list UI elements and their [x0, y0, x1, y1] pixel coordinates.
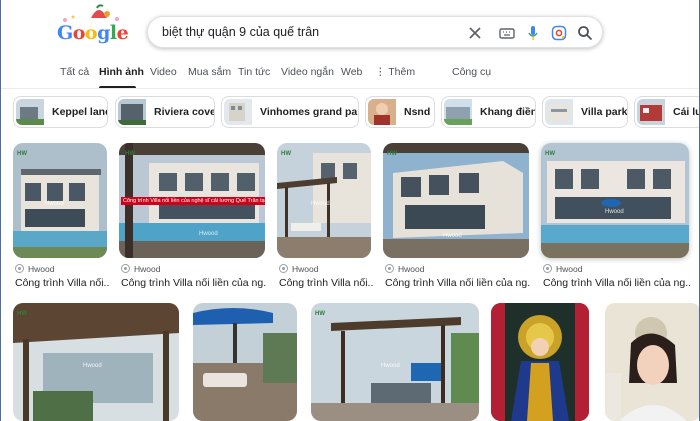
chip-label: Villa park [581, 106, 628, 118]
chip-thumbnail [118, 99, 146, 125]
svg-text:HW: HW [387, 151, 397, 157]
search-icon[interactable] [576, 24, 594, 42]
result-thumbnail[interactable]: HW Hwood [541, 143, 689, 258]
result-source[interactable]: Hwood [121, 264, 160, 274]
svg-text:Hwood: Hwood [199, 231, 218, 237]
image-result[interactable] [491, 303, 589, 421]
chip-label: Vinhomes grand park [260, 106, 359, 118]
tab-more[interactable]: ⋮ Thêm [375, 66, 415, 78]
svg-text:HW: HW [17, 311, 27, 317]
svg-text:HW: HW [281, 151, 291, 157]
chip-keppel-land[interactable]: Keppel land [13, 96, 108, 128]
result-thumbnail[interactable]: HW Hwood [13, 143, 107, 258]
logo-wordmark: Google [57, 22, 129, 44]
result-thumbnail[interactable] [605, 303, 699, 421]
chip-label: Riviera cove [154, 106, 215, 118]
result-title[interactable]: Công trình Villa nối liền của ng... [121, 277, 267, 289]
chip-thumbnail [16, 99, 44, 125]
image-result[interactable]: HW Hwood [13, 303, 179, 421]
result-title[interactable]: Công trình Villa nối... [15, 277, 109, 289]
result-title[interactable]: Công trình Villa nối... [279, 277, 373, 289]
result-title[interactable]: Công trình Villa nối liền của ng... [385, 277, 531, 289]
google-doodle-logo[interactable]: Google [57, 4, 129, 48]
svg-text:HW: HW [545, 151, 555, 157]
svg-text:HW: HW [17, 151, 27, 157]
image-result[interactable]: HW Hwood [311, 303, 479, 421]
result-source[interactable]: Hwood [15, 264, 54, 274]
result-source[interactable]: Hwood [543, 264, 582, 274]
result-thumbnail[interactable]: HW Hwood [277, 143, 371, 258]
result-thumbnail[interactable]: HW Hwood [13, 303, 179, 421]
svg-text:Hwood: Hwood [311, 201, 330, 207]
tab-videos[interactable]: Video [150, 66, 177, 78]
chip-villa-park[interactable]: Villa park [542, 96, 628, 128]
site-favicon-icon [121, 264, 130, 273]
image-result[interactable] [605, 303, 699, 421]
tab-shopping[interactable]: Mua sắm [188, 66, 231, 78]
chip-thumbnail [637, 99, 665, 125]
keyboard-icon[interactable] [498, 24, 516, 42]
image-overlay-caption: Công trình Villa nối liền của nghệ sĩ cả… [121, 197, 265, 205]
chip-vinhomes-grand-park[interactable]: Vinhomes grand park [221, 96, 359, 128]
svg-text:Hwood: Hwood [45, 201, 64, 207]
mic-icon[interactable] [524, 24, 542, 42]
chip-label: Keppel land [52, 106, 108, 118]
tab-web[interactable]: Web [341, 66, 362, 78]
result-title[interactable]: Công trình Villa nối liền của ng... [543, 277, 691, 289]
site-favicon-icon [543, 264, 552, 273]
image-result[interactable]: HW Hwood Hwood Công trình Villa nối... [277, 143, 373, 293]
tab-images[interactable]: Hình ảnh [99, 66, 144, 78]
result-thumbnail[interactable]: HW Hwood [311, 303, 479, 421]
chip-label: Nsnd [404, 106, 431, 118]
search-input[interactable]: biệt thự quận 9 của quế trân [162, 25, 319, 39]
close-icon[interactable] [466, 24, 484, 42]
lens-icon[interactable] [550, 24, 568, 42]
result-source[interactable]: Hwood [279, 264, 318, 274]
tabs-divider [1, 88, 699, 89]
image-result[interactable]: HW Hwood Hwood Công trình Villa nối liền… [541, 143, 691, 293]
svg-text:HW: HW [315, 311, 325, 317]
chip-cai-lu[interactable]: Cái lu [634, 96, 700, 128]
result-thumbnail[interactable]: HW Hwood Công trình Villa nối liền của n… [119, 143, 265, 258]
chip-khang-dien[interactable]: Khang điền [441, 96, 536, 128]
site-favicon-icon [15, 264, 24, 273]
chip-label: Cái lu [673, 106, 700, 118]
chip-label: Khang điền [480, 106, 536, 118]
tab-all[interactable]: Tất cả [60, 66, 89, 78]
search-box[interactable]: biệt thự quận 9 của quế trân [147, 16, 603, 48]
svg-text:Hwood: Hwood [443, 233, 462, 239]
svg-text:HW: HW [125, 151, 135, 157]
related-searches-chips: Keppel land Riviera cove Vinhomes grand … [1, 96, 700, 128]
chip-thumbnail [444, 99, 472, 125]
site-favicon-icon [279, 264, 288, 273]
chip-thumbnail [368, 99, 396, 125]
result-thumbnail[interactable]: HW Hwood [383, 143, 529, 258]
result-thumbnail[interactable] [193, 303, 297, 421]
site-favicon-icon [385, 264, 394, 273]
result-thumbnail[interactable] [491, 303, 589, 421]
image-result[interactable] [193, 303, 297, 421]
tab-news[interactable]: Tin tức [238, 66, 270, 78]
svg-text:Hwood: Hwood [381, 363, 400, 369]
tab-short-videos[interactable]: Video ngắn [281, 66, 334, 78]
chip-thumbnail [224, 99, 252, 125]
chip-nsnd[interactable]: Nsnd [365, 96, 435, 128]
image-result[interactable]: HW Hwood Công trình Villa nối liền của n… [119, 143, 267, 293]
image-result[interactable]: HW Hwood Hwood Công trình Villa nối... [13, 143, 109, 293]
search-tabs: Tất cả Hình ảnh Video Mua sắm Tin tức Vi… [1, 64, 699, 90]
tools-button[interactable]: Công cụ [452, 66, 491, 78]
result-source[interactable]: Hwood [385, 264, 424, 274]
svg-text:Hwood: Hwood [605, 209, 624, 215]
chip-riviera-cove[interactable]: Riviera cove [115, 96, 215, 128]
image-result[interactable]: HW Hwood Hwood Công trình Villa nối liền… [383, 143, 531, 293]
search-results-page: Google biệt thự quận 9 của quế trân Tất [0, 0, 700, 421]
chip-thumbnail [545, 99, 573, 125]
svg-text:Hwood: Hwood [83, 363, 102, 369]
